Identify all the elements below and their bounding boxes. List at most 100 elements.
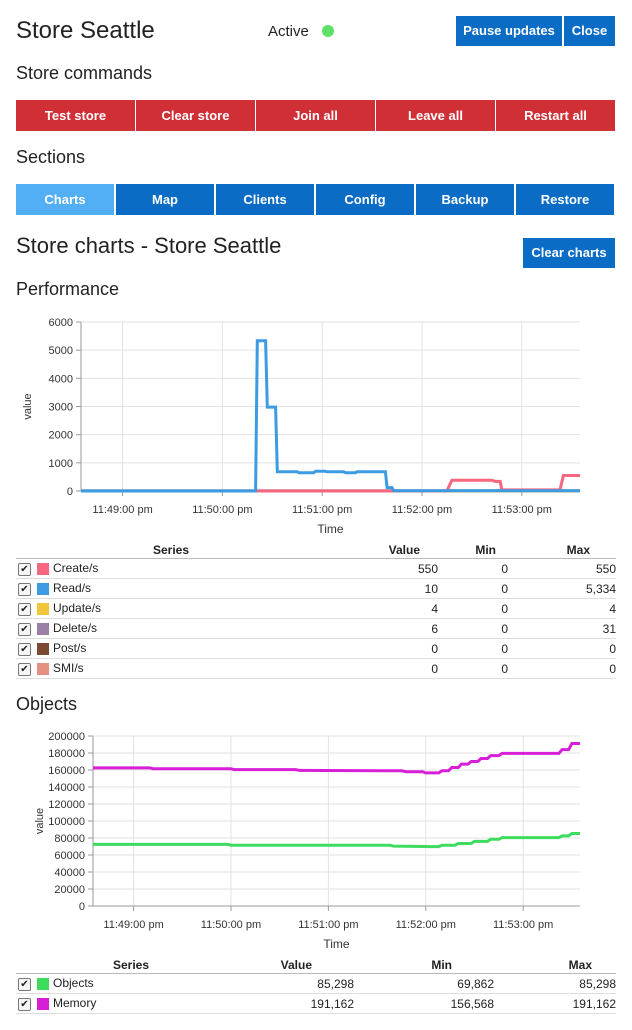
- table-row: ✔ Objects 85,298 69,862 85,298: [16, 973, 616, 994]
- series-checkbox[interactable]: ✔: [18, 642, 31, 656]
- series-name: Objects: [53, 976, 94, 991]
- column-header-series: Series: [16, 957, 176, 974]
- y-tick-label: 6000: [49, 317, 73, 329]
- y-tick-label: 0: [67, 486, 73, 498]
- leave-all-button[interactable]: Leave all: [376, 100, 495, 131]
- pause-updates-button[interactable]: Pause updates: [456, 16, 562, 46]
- series-min: 0: [438, 618, 508, 639]
- series-value: 6: [256, 618, 438, 639]
- test-store-button[interactable]: Test store: [16, 100, 135, 131]
- series-min: 0: [438, 598, 508, 619]
- tab-backup[interactable]: Backup: [416, 184, 514, 215]
- objects-series-table: Series Value Min Max ✔ Objects 85,298 69,86…: [16, 957, 616, 1014]
- series-value: 191,162: [176, 993, 354, 1014]
- column-header-max: Max: [494, 957, 616, 974]
- y-tick-label: 180000: [48, 748, 85, 760]
- column-header-min: Min: [354, 957, 494, 974]
- y-tick-label: 1000: [49, 458, 73, 470]
- table-row: ✔ Create/s 550 0 550: [16, 558, 616, 579]
- series-line-read-s: [81, 339, 580, 493]
- objects-chart: 0 20000 40000 60000 80000 100000 120000 140000 1…: [34, 731, 580, 951]
- performance-chart: 0 1000 2000 3000 4000 5000 6000 11:49:00 pm 11:5…: [22, 317, 581, 536]
- x-tick-label: 11:50:00 pm: [192, 504, 252, 516]
- x-tick-label: 11:52:00 pm: [396, 919, 456, 931]
- series-min: 0: [438, 638, 508, 659]
- y-tick-label: 120000: [48, 799, 85, 811]
- clear-store-button[interactable]: Clear store: [136, 100, 255, 131]
- charts-title: Store charts - Store Seattle: [16, 233, 282, 258]
- table-row: ✔ Post/s 0 0 0: [16, 638, 616, 659]
- tab-config[interactable]: Config: [316, 184, 414, 215]
- series-name: SMI/s: [53, 661, 84, 676]
- series-checkbox[interactable]: ✔: [18, 622, 31, 636]
- series-max: 0: [508, 638, 616, 659]
- objects-heading: Objects: [16, 694, 78, 714]
- series-min: 156,568: [354, 993, 494, 1014]
- series-checkbox[interactable]: ✔: [18, 602, 31, 616]
- series-color-swatch: [37, 563, 49, 576]
- series-name: Delete/s: [53, 621, 98, 636]
- series-value: 550: [256, 558, 438, 579]
- table-row: ✔ Update/s 4 0 4: [16, 598, 616, 619]
- page-title: Store Seattle: [16, 17, 155, 44]
- series-checkbox[interactable]: ✔: [18, 977, 31, 991]
- series-max: 31: [508, 618, 616, 639]
- series-color-swatch: [37, 623, 49, 636]
- table-header-row: Series Value Min Max: [16, 957, 616, 974]
- series-name: Read/s: [53, 581, 92, 596]
- join-all-button[interactable]: Join all: [256, 100, 375, 131]
- y-tick-label: 200000: [48, 731, 85, 743]
- x-tick-label: 11:52:00 pm: [392, 504, 452, 516]
- x-tick-label: 11:53:00 pm: [492, 504, 552, 516]
- y-tick-label: 160000: [48, 765, 85, 777]
- performance-heading: Performance: [16, 279, 120, 299]
- series-cell: ✔ Create/s: [16, 558, 256, 579]
- series-color-swatch: [37, 643, 49, 656]
- series-max: 0: [508, 658, 616, 679]
- series-checkbox[interactable]: ✔: [18, 582, 31, 596]
- y-tick-label: 80000: [54, 833, 85, 845]
- y-tick-label: 40000: [54, 867, 85, 879]
- series-min: 69,862: [354, 973, 494, 994]
- y-tick-label: 100000: [48, 816, 85, 828]
- series-name: Post/s: [53, 641, 87, 656]
- y-tick-label: 5000: [49, 345, 73, 357]
- series-cell: ✔ Read/s: [16, 578, 256, 599]
- series-cell: ✔ Objects: [16, 973, 176, 994]
- series-checkbox[interactable]: ✔: [18, 997, 31, 1011]
- series-min: 0: [438, 578, 508, 599]
- series-cell: ✔ Memory: [16, 993, 176, 1014]
- series-value: 0: [256, 638, 438, 659]
- store-commands-bar: Test store Clear store Join all Leave al…: [16, 100, 615, 131]
- column-header-value: Value: [256, 542, 438, 559]
- x-tick-label: 11:49:00 pm: [103, 919, 163, 931]
- close-button[interactable]: Close: [564, 16, 615, 46]
- tab-charts[interactable]: Charts: [16, 184, 114, 215]
- series-line-memory: [93, 742, 580, 775]
- clear-charts-button[interactable]: Clear charts: [523, 238, 615, 268]
- sections-heading: Sections: [16, 147, 86, 167]
- performance-series-table: Series Value Min Max ✔ Create/s 550 0 550 ✔ Re…: [16, 542, 616, 679]
- tab-restore[interactable]: Restore: [516, 184, 614, 215]
- series-value: 85,298: [176, 973, 354, 994]
- x-tick-label: 11:53:00 pm: [493, 919, 553, 931]
- series-name: Memory: [53, 996, 97, 1011]
- series-checkbox[interactable]: ✔: [18, 662, 31, 676]
- tab-clients[interactable]: Clients: [216, 184, 314, 215]
- y-tick-label: 4000: [49, 373, 73, 385]
- x-tick-label: 11:50:00 pm: [201, 919, 261, 931]
- series-checkbox[interactable]: ✔: [18, 562, 31, 576]
- status-label: Active: [268, 23, 309, 40]
- series-max: 85,298: [494, 973, 616, 994]
- x-tick-label: 11:51:00 pm: [292, 504, 352, 516]
- y-tick-label: 20000: [54, 884, 85, 896]
- series-name: Create/s: [53, 561, 99, 576]
- series-color-swatch: [37, 998, 49, 1011]
- restart-all-button[interactable]: Restart all: [496, 100, 615, 131]
- series-color-swatch: [37, 663, 49, 676]
- x-tick-label: 11:51:00 pm: [298, 919, 358, 931]
- tab-map[interactable]: Map: [116, 184, 214, 215]
- series-cell: ✔ Update/s: [16, 598, 256, 619]
- sections-tabs: Charts Map Clients Config Backup Restore: [16, 184, 614, 215]
- series-cell: ✔ Delete/s: [16, 618, 256, 639]
